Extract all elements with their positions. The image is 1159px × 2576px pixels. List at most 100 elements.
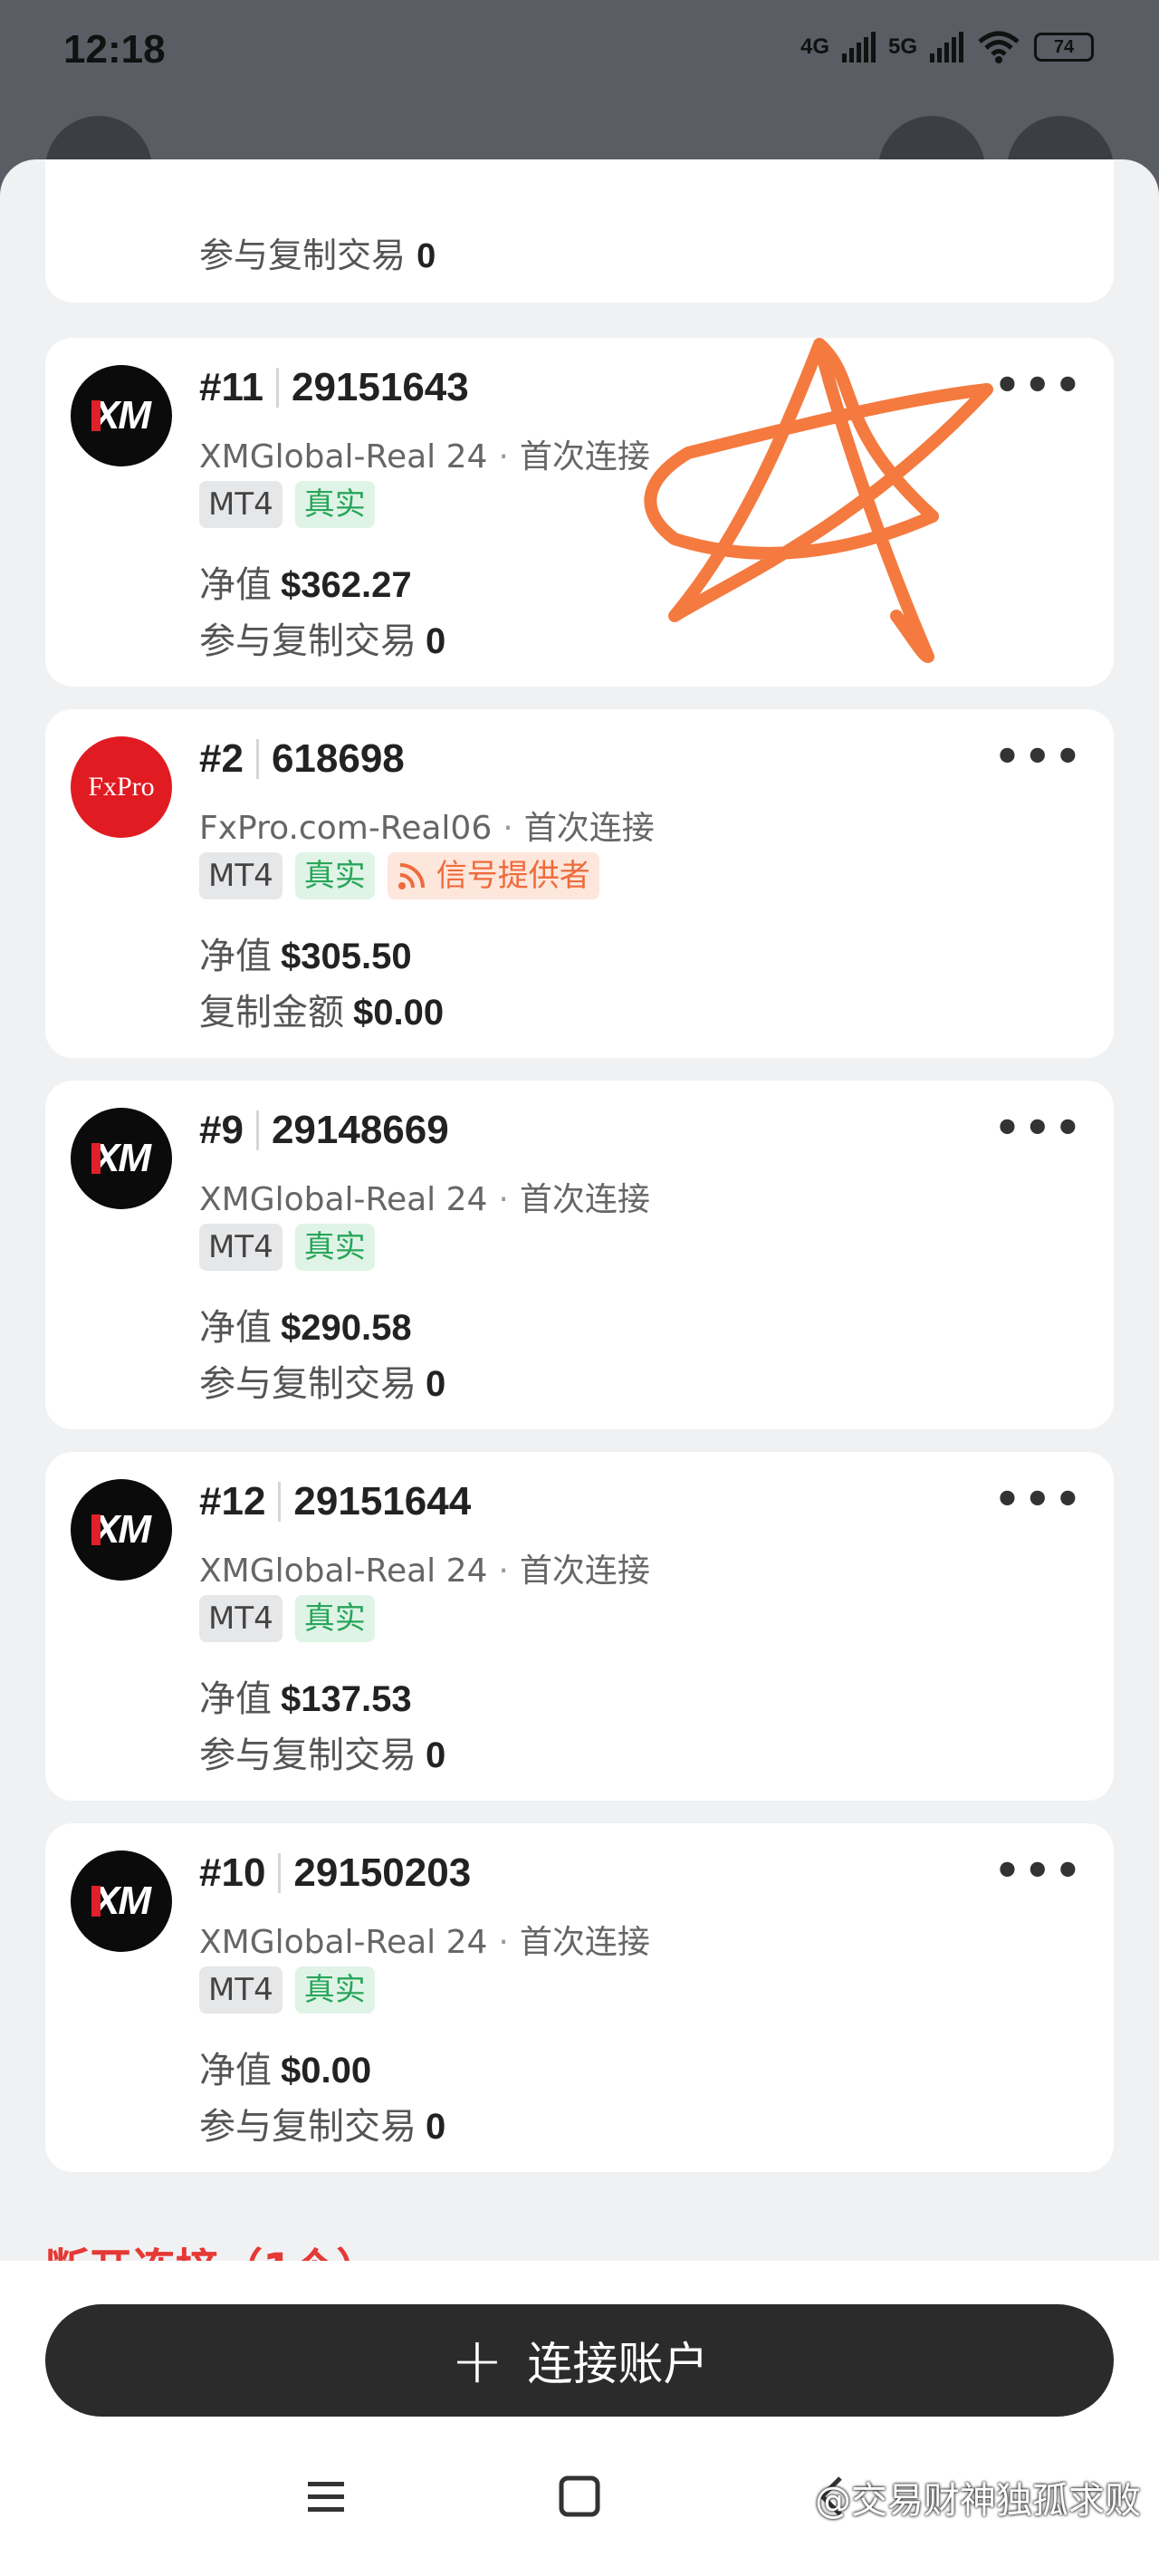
connection-status: 首次连接 — [519, 1181, 650, 1218]
equity-value: $137.53 — [281, 1679, 412, 1719]
account-tags: MT4 真实 — [199, 1224, 375, 1271]
logo-text: XM — [91, 1879, 151, 1923]
more-dots-icon[interactable]: ••• — [994, 1107, 1085, 1149]
connection-status: 首次连接 — [523, 810, 655, 847]
logo-text: XM — [91, 1507, 151, 1552]
equity-row: 净值 $0.00 — [199, 2041, 371, 2093]
account-number: #12 — [199, 1479, 266, 1523]
copy-trade-row: 参与复制交易 0 — [199, 1725, 445, 1778]
platform-badge: MT4 — [199, 1224, 283, 1271]
copy-trade-value: 0 — [426, 1364, 446, 1404]
account-card[interactable]: FxPro #2 618698 FxPro.com-Real06 · 首次连接 MT4… — [45, 709, 1114, 1058]
connect-account-button[interactable]: + 连接账户 — [45, 2304, 1114, 2417]
platform-badge: MT4 — [199, 1595, 283, 1642]
copy-trade-label: 参与复制交易 — [199, 1363, 417, 1405]
account-card-partial[interactable]: 参与复制交易 0 — [45, 159, 1114, 303]
more-dots-icon[interactable]: ••• — [994, 1850, 1085, 1891]
connection-status: 首次连接 — [519, 1552, 650, 1590]
account-id: 29151644 — [293, 1479, 472, 1523]
equity-label: 净值 — [199, 1307, 272, 1349]
copy-amount-value: $0.00 — [353, 993, 445, 1033]
equity-row: 净值 $290.58 — [199, 1298, 412, 1350]
connection-status: 首次连接 — [519, 438, 650, 476]
account-number: #11 — [199, 365, 263, 409]
wifi-icon — [978, 31, 1020, 63]
partial-row-label: 参与复制交易 — [199, 235, 407, 275]
logo-text: FxPro — [88, 772, 155, 802]
server-name: XMGlobal-Real 24 — [199, 1552, 488, 1590]
copy-trade-value: 0 — [426, 2107, 446, 2147]
more-dots-icon[interactable]: ••• — [994, 364, 1085, 406]
copy-trade-label: 参与复制交易 — [199, 620, 417, 662]
account-card[interactable]: XM #12 29151644 XMGlobal-Real 24 · 首次连接 MT4… — [45, 1452, 1114, 1801]
account-number: #10 — [199, 1850, 266, 1895]
account-title: #10 29150203 — [199, 1850, 471, 1896]
account-card[interactable]: XM #9 29148669 XMGlobal-Real 24 · 首次连接 MT4 真… — [45, 1081, 1114, 1429]
copy-trade-row: 参与复制交易 0 — [199, 611, 445, 664]
account-title: #12 29151644 — [199, 1479, 471, 1524]
account-title: #11 29151643 — [199, 365, 469, 410]
platform-badge: MT4 — [199, 1966, 283, 2014]
account-type-badge: 真实 — [294, 852, 375, 899]
signal-icon-2 — [930, 32, 963, 62]
equity-row: 净值 $362.27 — [199, 555, 412, 608]
account-server: XMGlobal-Real 24 · 首次连接 — [199, 1924, 650, 1961]
equity-row: 净值 $137.53 — [199, 1669, 412, 1722]
copy-amount-label: 复制金额 — [199, 992, 344, 1033]
account-card[interactable]: XM #10 29150203 XMGlobal-Real 24 · 首次连接 MT4… — [45, 1823, 1114, 2172]
equity-label: 净值 — [199, 2050, 272, 2091]
fxpro-logo: FxPro — [71, 736, 172, 838]
logo-text: XM — [91, 1136, 151, 1180]
equity-label: 净值 — [199, 1678, 272, 1720]
account-id: 29150203 — [293, 1850, 472, 1895]
home-nav-icon[interactable] — [552, 2469, 607, 2523]
partial-row-value: 0 — [417, 237, 436, 275]
account-number: #9 — [199, 1108, 244, 1152]
server-name: XMGlobal-Real 24 — [199, 1924, 488, 1961]
disconnected-section-header: 断开连接（1个） — [45, 2234, 379, 2261]
equity-value: $362.27 — [281, 565, 412, 605]
platform-badge: MT4 — [199, 852, 283, 899]
connect-account-label: 连接账户 — [527, 2338, 709, 2390]
copy-trade-label: 参与复制交易 — [199, 1735, 417, 1776]
account-type-badge: 真实 — [294, 1224, 375, 1271]
equity-label: 净值 — [199, 936, 272, 977]
equity-value: $305.50 — [281, 937, 412, 976]
account-server: XMGlobal-Real 24 · 首次连接 — [199, 1552, 650, 1590]
account-tags: MT4 真实 信号提供者 — [199, 852, 599, 899]
server-name: XMGlobal-Real 24 — [199, 1181, 488, 1218]
signal-provider-label: 信号提供者 — [436, 858, 590, 894]
equity-value: $0.00 — [281, 2051, 372, 2091]
account-server: XMGlobal-Real 24 · 首次连接 — [199, 438, 650, 476]
partial-copy-trade-row: 参与复制交易 0 — [199, 227, 436, 277]
account-server: XMGlobal-Real 24 · 首次连接 — [199, 1181, 650, 1218]
network-5g-label: 5G — [887, 34, 917, 59]
xm-logo: XM — [71, 1108, 172, 1209]
menu-nav-icon[interactable] — [299, 2469, 353, 2523]
status-bar: 12:18 4G 5G 74 — [0, 0, 1159, 109]
equity-row: 净值 $305.50 — [199, 927, 412, 979]
signal-icon — [841, 32, 876, 62]
watermark: @交易财神独孤求败 — [815, 2480, 1141, 2522]
xm-logo: XM — [71, 1479, 172, 1581]
copy-trade-value: 0 — [426, 1735, 446, 1775]
account-id: 618698 — [271, 736, 405, 781]
equity-value: $290.58 — [281, 1308, 412, 1348]
battery-icon: 74 — [1034, 33, 1094, 62]
equity-label: 净值 — [199, 564, 272, 606]
rss-icon — [398, 863, 425, 889]
status-icons: 4G 5G 74 — [800, 31, 1094, 63]
copy-trade-row: 参与复制交易 0 — [199, 2097, 445, 2149]
platform-badge: MT4 — [199, 481, 283, 528]
xm-logo: XM — [71, 365, 172, 466]
more-dots-icon[interactable]: ••• — [994, 735, 1085, 777]
account-tags: MT4 真实 — [199, 1966, 375, 2014]
plus-icon: + — [450, 2323, 504, 2398]
more-dots-icon[interactable]: ••• — [994, 1478, 1085, 1520]
copy-trade-row: 参与复制交易 0 — [199, 1354, 445, 1407]
account-tags: MT4 真实 — [199, 481, 375, 528]
account-title: #2 618698 — [199, 736, 405, 782]
account-type-badge: 真实 — [294, 1595, 375, 1642]
xm-logo: XM — [71, 1850, 172, 1952]
copy-amount-row: 复制金额 $0.00 — [199, 983, 444, 1035]
